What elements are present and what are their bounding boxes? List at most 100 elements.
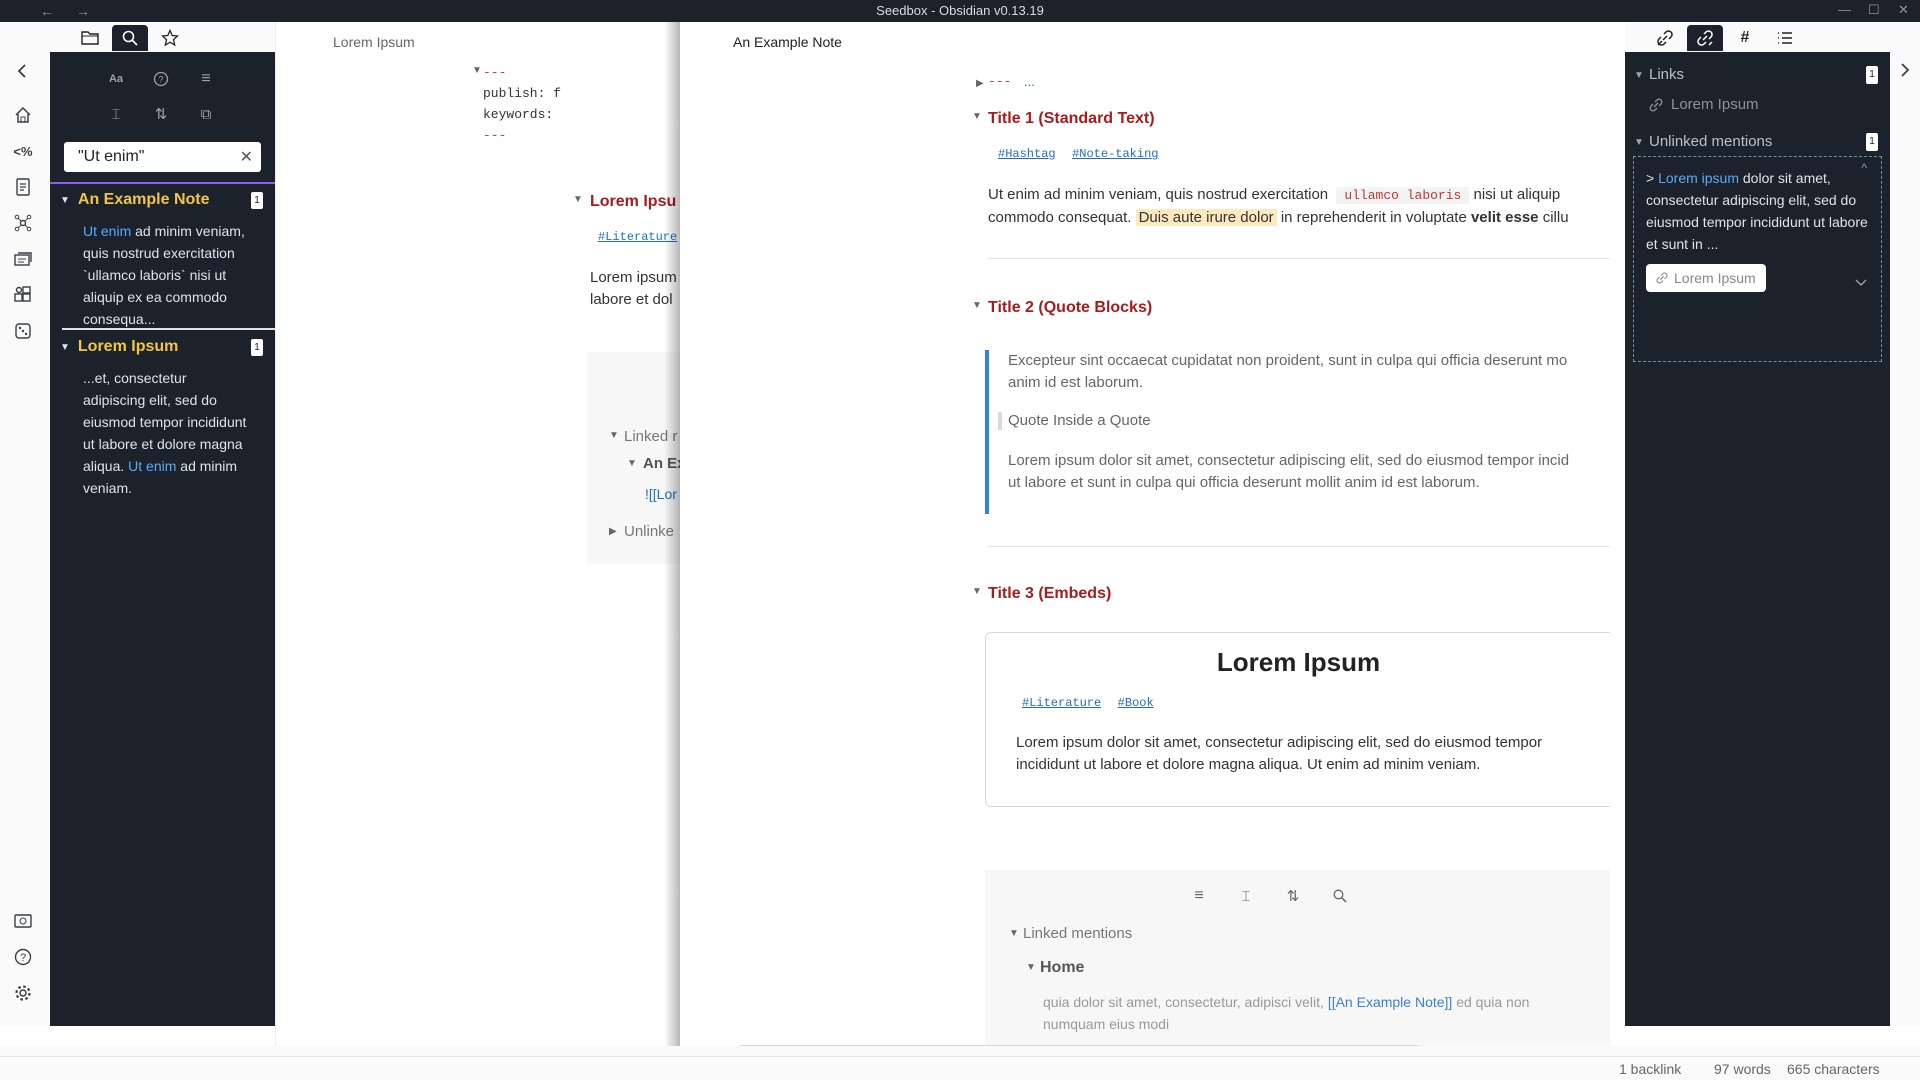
pane-shadow <box>664 22 680 1046</box>
internal-link[interactable]: [[An Example Note]] <box>1328 994 1453 1010</box>
links-header[interactable]: Links <box>1649 66 1684 83</box>
home-icon[interactable] <box>12 104 34 126</box>
heading-title-2: Title 2 (Quote Blocks) <box>988 299 1153 316</box>
backlink-context[interactable]: quia dolor sit amet, consectetur, adipis… <box>1043 991 1529 1035</box>
vault-icon[interactable] <box>12 910 34 932</box>
fold-triangle-icon[interactable]: ▼ <box>1009 928 1019 939</box>
fold-triangle-icon[interactable]: ▼ <box>1634 70 1644 81</box>
quote-line: Lorem ipsum dolor sit amet, consectetur … <box>1008 452 1570 469</box>
unlinked-mention-card[interactable]: > Lorem ipsum dolor sit amet, consectetu… <box>1633 156 1882 362</box>
mention-context: > Lorem ipsum dolor sit amet, consectetu… <box>1646 167 1868 255</box>
pane-title[interactable]: An Example Note <box>733 34 842 50</box>
collapse-results-icon[interactable]: ≡ <box>195 68 217 90</box>
fold-triangle-icon[interactable]: ▼ <box>1026 962 1036 973</box>
search-result-snippet[interactable]: Ut enim ad minim veniam, quis nostrud ex… <box>50 214 275 330</box>
collapse-triangle-icon[interactable]: ▼ <box>60 342 70 353</box>
outline-tab[interactable] <box>1767 25 1803 51</box>
result-separator <box>62 328 275 330</box>
search-input[interactable] <box>64 142 224 172</box>
search-result-group: ▼ Lorem Ipsum 1 ...et, consectetur adipi… <box>50 333 275 499</box>
status-backlinks[interactable]: 1 backlink <box>1619 1061 1681 1077</box>
unlinked-mentions-header[interactable]: Unlinked mentions <box>1649 133 1772 150</box>
clear-search-icon[interactable]: ✕ <box>240 147 253 167</box>
tag-link[interactable]: #Book <box>1118 696 1154 710</box>
collapse-results-icon[interactable]: ≡ <box>1188 885 1210 907</box>
pane-title[interactable]: Lorem Ipsum <box>333 34 415 50</box>
fold-triangle-icon[interactable]: ▼ <box>972 111 982 122</box>
sort-icon[interactable]: ⇅ <box>150 103 172 125</box>
search-result-file[interactable]: ▼ An Example Note 1 <box>50 186 275 214</box>
text-span: quia dolor sit amet, consectetur, adipis… <box>1043 994 1328 1010</box>
show-more-context-icon[interactable]: ⌶ <box>105 103 127 125</box>
search-tab[interactable] <box>112 25 148 51</box>
file-explorer-tab[interactable] <box>72 25 108 51</box>
quote-line: anim id est laborum. <box>1008 374 1144 391</box>
chevron-left-icon[interactable] <box>12 60 34 82</box>
backlinks-panel: ≡ ⌶ ⇅ ▼ Linked mentions ▼ Home quia dolo… <box>985 870 1610 1046</box>
fold-triangle-icon[interactable]: ▼ <box>972 586 982 597</box>
search-panel: Aa ? ≡ ⌶ ⇅ ⧉ ✕ ▼ An Example Note 1 Ut en… <box>50 52 275 1026</box>
outgoing-links-tab[interactable] <box>1687 25 1723 51</box>
explain-search-icon[interactable]: ? <box>150 68 172 90</box>
collapse-triangle-icon[interactable]: ▼ <box>60 195 70 206</box>
show-more-context-icon[interactable]: ⌶ <box>1235 885 1257 907</box>
backlink-file[interactable]: Home <box>1040 959 1084 977</box>
settings-icon[interactable] <box>12 982 34 1004</box>
chevron-down-icon[interactable] <box>1855 279 1867 287</box>
search-result-file[interactable]: ▼ Lorem Ipsum 1 <box>50 333 275 361</box>
chevron-right-icon[interactable] <box>1898 62 1912 78</box>
result-file-name: Lorem Ipsum <box>77 338 179 355</box>
outgoing-link-item[interactable]: Lorem Ipsum <box>1649 96 1759 113</box>
text-span: commodo consequat. <box>988 209 1136 226</box>
search-result-snippet[interactable]: ...et, consectetur adipiscing elit, sed … <box>50 361 275 499</box>
frontmatter-collapsed[interactable]: --- <box>988 74 1011 89</box>
fold-triangle-icon[interactable]: ▼ <box>972 300 982 311</box>
backlinks-tab[interactable] <box>1647 25 1683 51</box>
paragraph-line: incididunt ut labore et dolore magna ali… <box>1016 756 1481 773</box>
match-highlight: Lorem ipsum <box>1658 170 1739 186</box>
graph-icon[interactable] <box>12 212 34 234</box>
tag-row: #Hashtag #Note-taking <box>998 144 1158 162</box>
linked-mentions-header[interactable]: Linked mentions <box>1023 925 1132 942</box>
starred-tab[interactable] <box>152 25 188 51</box>
heading-title-1: Title 1 (Standard Text) <box>988 110 1155 127</box>
frontmatter-ellipsis[interactable]: ... <box>1024 74 1035 89</box>
search-result-group: ▼ An Example Note 1 Ut enim ad minim ven… <box>50 186 275 330</box>
svg-text:?: ? <box>158 75 163 85</box>
search-field[interactable]: ✕ <box>64 142 261 172</box>
help-icon[interactable]: ? <box>12 946 34 968</box>
fold-triangle-icon[interactable]: ▼ <box>627 458 637 469</box>
tag-link[interactable]: #Literature <box>1022 696 1101 710</box>
chevron-up-icon[interactable]: ^ <box>1861 161 1867 175</box>
tag-link[interactable]: #Hashtag <box>998 147 1056 161</box>
minimize-icon[interactable]: — <box>1838 2 1851 17</box>
sort-icon[interactable]: ⇅ <box>1282 885 1304 907</box>
percent-code-icon[interactable]: <% <box>12 140 34 162</box>
fold-triangle-icon[interactable]: ▼ <box>573 194 583 205</box>
links-count-badge: 1 <box>1866 66 1878 84</box>
fold-triangle-icon[interactable]: ▼ <box>472 65 482 76</box>
outgoing-links-panel: ▼ Links 1 Lorem Ipsum ▼ Unlinked mention… <box>1625 52 1890 1026</box>
tag-tab[interactable]: # <box>1727 25 1763 51</box>
dice-icon[interactable] <box>12 320 34 342</box>
puzzle-icon[interactable] <box>12 284 34 306</box>
fold-triangle-icon[interactable]: ▶ <box>609 526 617 537</box>
maximize-icon[interactable]: ☐ <box>1868 2 1880 18</box>
match-case-icon[interactable]: Aa <box>105 68 127 90</box>
link-mention-button[interactable]: Lorem Ipsum <box>1646 264 1766 292</box>
fold-triangle-icon[interactable]: ▼ <box>1634 137 1644 148</box>
right-sidebar-tabs: # <box>1625 22 1890 52</box>
fold-triangle-icon[interactable]: ▶ <box>976 78 984 89</box>
cards-icon[interactable] <box>12 248 34 270</box>
result-count-badge: 1 <box>251 192 263 209</box>
editor-pane-lorem-ipsum: Lorem Ipsum ▼ --- publish: f keywords: -… <box>275 22 680 1046</box>
fold-triangle-icon[interactable]: ▼ <box>609 430 619 441</box>
context-line: quia dolor sit amet, consectetur, adipis… <box>1043 991 1529 1013</box>
copy-results-icon[interactable]: ⧉ <box>195 103 217 125</box>
document-list-icon[interactable] <box>12 176 34 198</box>
tag-link[interactable]: #Note-taking <box>1072 147 1158 161</box>
search-icon[interactable] <box>1329 885 1351 907</box>
close-window-icon[interactable]: ✕ <box>1898 2 1909 18</box>
search-divider <box>50 182 275 184</box>
embed-block[interactable]: Lorem Ipsum #Literature #Book Lorem ipsu… <box>985 632 1610 807</box>
